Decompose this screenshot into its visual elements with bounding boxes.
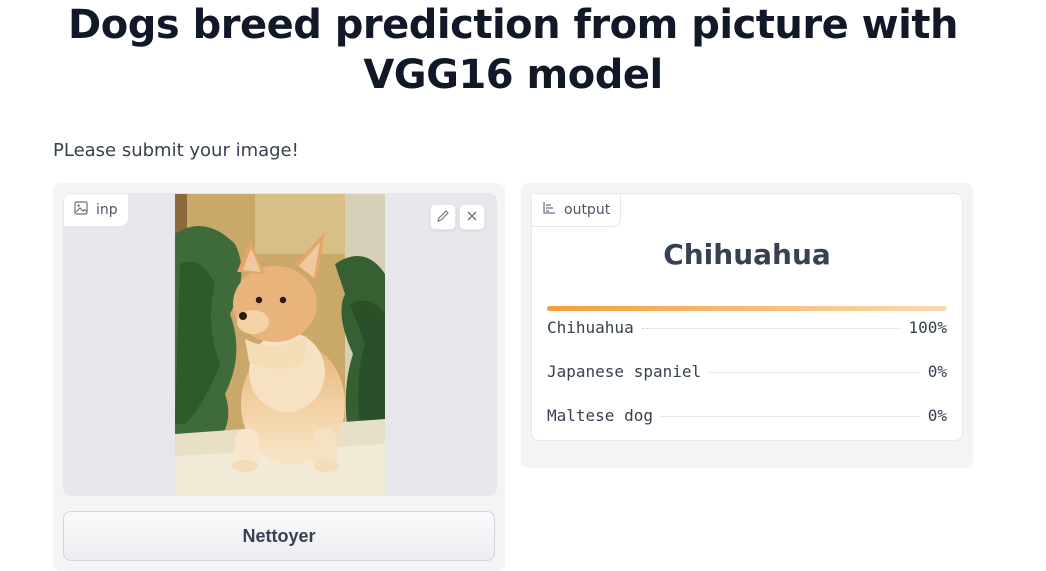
input-panel: inp Nettoyer — [53, 183, 505, 571]
result-dots — [709, 372, 920, 373]
edit-button[interactable] — [430, 204, 456, 230]
result-label: Chihuahua — [547, 318, 634, 337]
page-title: Dogs breed prediction from picture with … — [68, 2, 958, 98]
result-row: Maltese dog 0% — [547, 406, 947, 425]
confidence-bar — [547, 306, 947, 311]
output-panel: output Chihuahua Chihuahua 100% Japanese… — [521, 183, 973, 468]
output-label-text: output — [564, 202, 611, 218]
close-icon — [465, 208, 479, 227]
clear-image-button[interactable] — [459, 204, 485, 230]
result-value: 100% — [908, 318, 947, 337]
page-description: PLease submit your image! — [53, 140, 299, 161]
result-label: Maltese dog — [547, 406, 653, 425]
input-label-text: inp — [96, 202, 118, 218]
clear-button[interactable]: Nettoyer — [63, 511, 495, 561]
confidence-bar-fill — [547, 306, 947, 311]
image-icon — [74, 201, 88, 219]
result-value: 0% — [927, 406, 947, 425]
result-value: 0% — [927, 362, 947, 381]
input-label: inp — [64, 194, 128, 226]
result-dots — [641, 328, 901, 329]
result-row: Japanese spaniel 0% — [547, 362, 947, 381]
predicted-label: Chihuahua — [663, 238, 831, 271]
image-upload-area[interactable]: inp — [63, 193, 497, 496]
output-label: output — [532, 194, 622, 227]
result-row: Chihuahua 100% — [547, 318, 947, 337]
result-label: Japanese spaniel — [547, 362, 702, 381]
bar-chart-icon — [542, 201, 556, 219]
dog-photo — [175, 194, 385, 495]
output-card: output Chihuahua Chihuahua 100% Japanese… — [531, 193, 963, 441]
pencil-icon — [436, 208, 450, 227]
result-dots — [660, 416, 920, 417]
